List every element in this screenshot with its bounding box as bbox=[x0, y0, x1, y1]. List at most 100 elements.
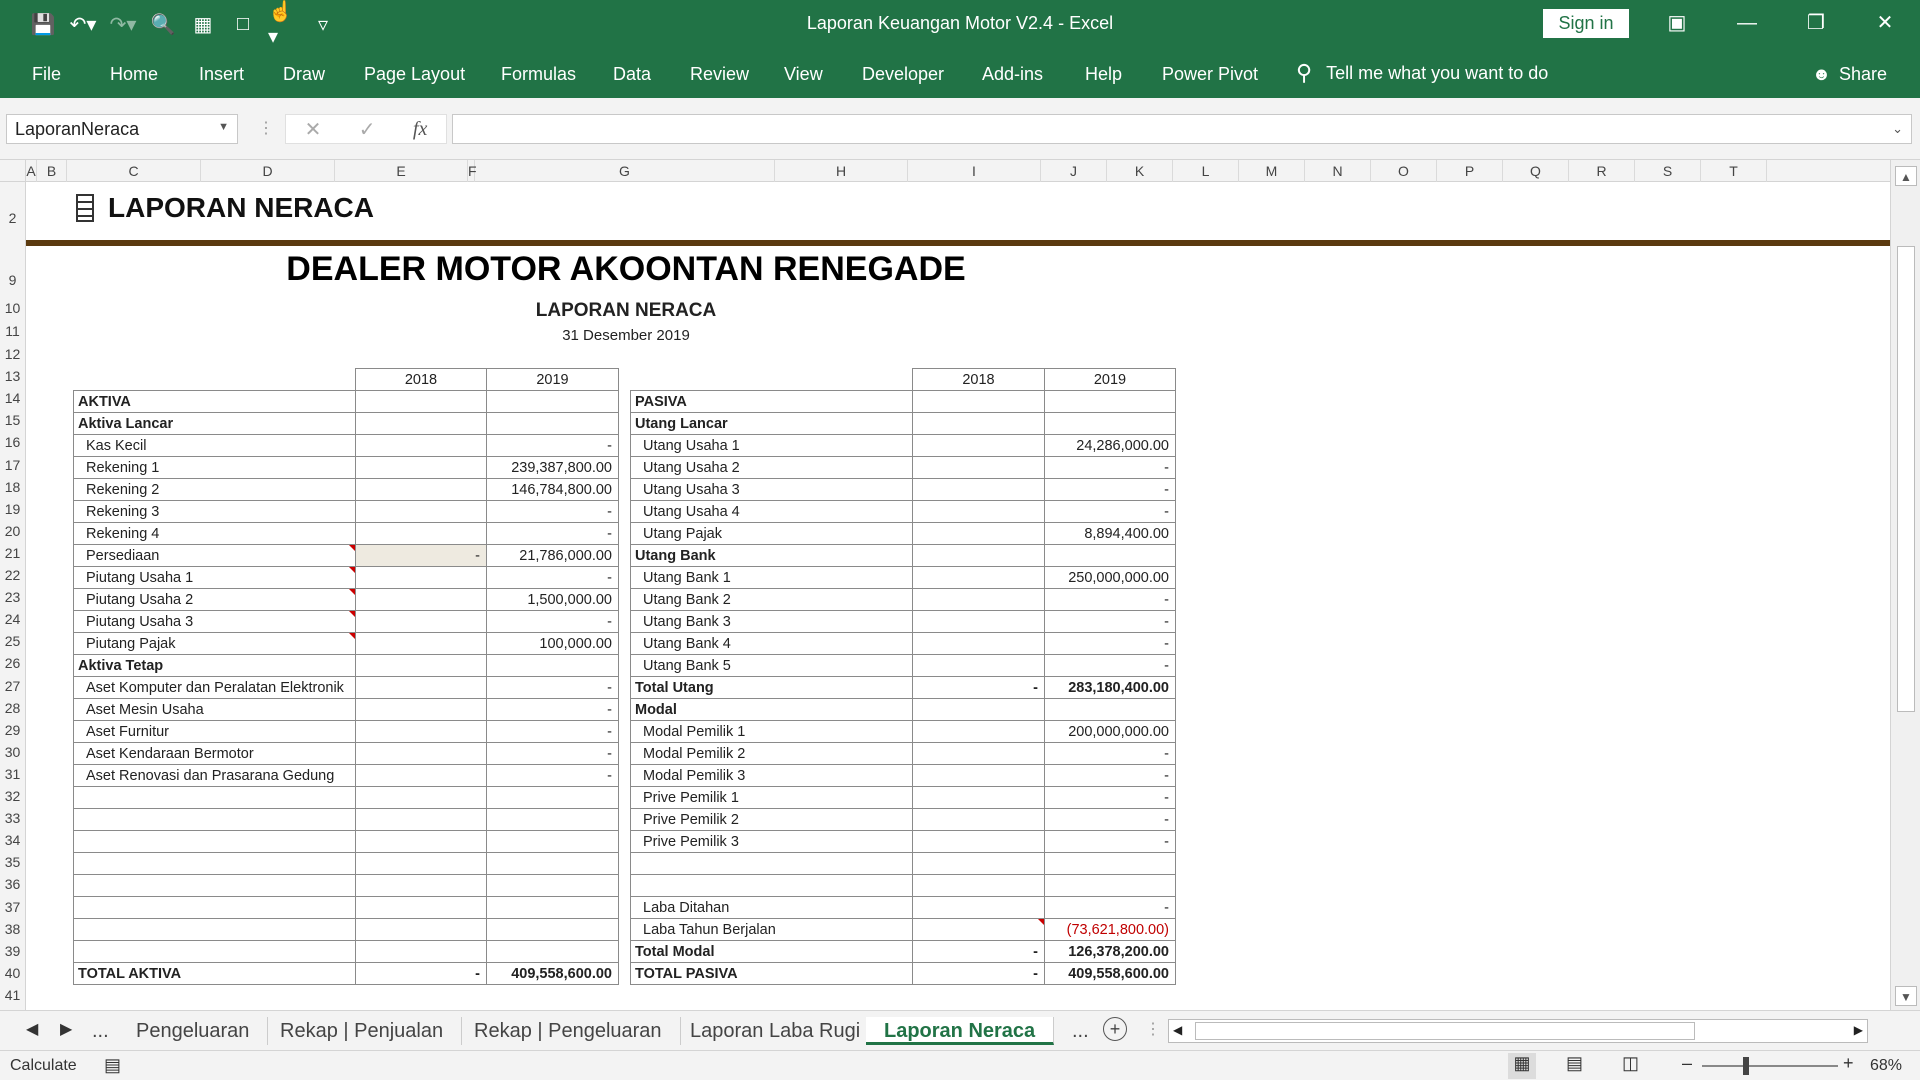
row-header-27[interactable]: 27 bbox=[0, 678, 25, 694]
pasiva-label[interactable]: Utang Bank bbox=[630, 544, 913, 567]
year-2019-header[interactable]: 2019 bbox=[1044, 368, 1176, 391]
pasiva-label[interactable] bbox=[630, 874, 913, 897]
aktiva-value-2018[interactable] bbox=[355, 390, 487, 413]
aktiva-value-2018[interactable] bbox=[355, 588, 487, 611]
scroll-up-icon[interactable]: ▲ bbox=[1895, 166, 1917, 186]
column-header-m[interactable]: M bbox=[1239, 160, 1305, 182]
pasiva-value-2018[interactable] bbox=[912, 830, 1045, 853]
zoom-slider-thumb[interactable] bbox=[1742, 1057, 1749, 1075]
aktiva-value-2019[interactable] bbox=[486, 412, 619, 435]
year-2018-header[interactable]: 2018 bbox=[912, 368, 1045, 391]
restore-icon[interactable]: ❐ bbox=[1796, 8, 1836, 38]
pasiva-value-2018[interactable] bbox=[912, 896, 1045, 919]
aktiva-label[interactable]: Aktiva Tetap bbox=[73, 654, 356, 677]
pasiva-value-2018[interactable] bbox=[912, 808, 1045, 831]
prev-sheet-icon[interactable]: ◀ bbox=[26, 1019, 38, 1039]
aktiva-value-2019[interactable] bbox=[486, 390, 619, 413]
sign-in-button[interactable]: Sign in bbox=[1543, 9, 1629, 38]
row-header-12[interactable]: 12 bbox=[0, 346, 25, 362]
pasiva-value-2018[interactable] bbox=[912, 632, 1045, 655]
ribbon-display-options-icon[interactable]: ▣ bbox=[1657, 8, 1697, 38]
row-header-16[interactable]: 16 bbox=[0, 434, 25, 450]
pasiva-label[interactable]: Utang Usaha 4 bbox=[630, 500, 913, 523]
tab-laporan-laba-rugi[interactable]: Laporan Laba Rugi bbox=[672, 1017, 880, 1045]
zoom-level[interactable]: 68% bbox=[1870, 1057, 1902, 1075]
pasiva-value-2018[interactable] bbox=[912, 742, 1045, 765]
pasiva-label[interactable]: Prive Pemilik 3 bbox=[630, 830, 913, 853]
pasiva-label[interactable]: Modal Pemilik 3 bbox=[630, 764, 913, 787]
pasiva-value-2019[interactable]: 8,894,400.00 bbox=[1044, 522, 1176, 545]
horizontal-scroll-thumb[interactable] bbox=[1195, 1022, 1695, 1040]
aktiva-value-2019[interactable] bbox=[486, 852, 619, 875]
enter-icon[interactable]: ✓ bbox=[359, 117, 376, 142]
insert-function-icon[interactable]: fx bbox=[413, 118, 427, 141]
pasiva-label[interactable]: Prive Pemilik 2 bbox=[630, 808, 913, 831]
zoom-slider[interactable] bbox=[1702, 1057, 1838, 1075]
column-header-r[interactable]: R bbox=[1569, 160, 1635, 182]
tab-view[interactable]: View bbox=[784, 64, 823, 85]
pasiva-label[interactable] bbox=[630, 852, 913, 875]
pasiva-value-2019[interactable] bbox=[1044, 412, 1176, 435]
aktiva-value-2019[interactable]: - bbox=[486, 566, 619, 589]
aktiva-label[interactable]: Piutang Pajak bbox=[73, 632, 356, 655]
macro-record-icon[interactable]: ▤ bbox=[104, 1055, 121, 1076]
row-header-25[interactable]: 25 bbox=[0, 633, 25, 649]
pasiva-label[interactable]: Utang Pajak bbox=[630, 522, 913, 545]
aktiva-value-2018[interactable] bbox=[355, 478, 487, 501]
row-header-9[interactable]: 9 bbox=[0, 272, 25, 288]
aktiva-value-2019[interactable] bbox=[486, 786, 619, 809]
aktiva-value-2018[interactable] bbox=[355, 852, 487, 875]
aktiva-label[interactable]: Aset Mesin Usaha bbox=[73, 698, 356, 721]
tab-data[interactable]: Data bbox=[613, 64, 651, 85]
pasiva-label[interactable]: Modal Pemilik 1 bbox=[630, 720, 913, 743]
aktiva-value-2018[interactable] bbox=[355, 764, 487, 787]
aktiva-value-2019[interactable]: - bbox=[486, 764, 619, 787]
pasiva-value-2019[interactable]: - bbox=[1044, 478, 1176, 501]
tab-help[interactable]: Help bbox=[1085, 64, 1122, 85]
row-header-35[interactable]: 35 bbox=[0, 854, 25, 870]
column-header-f[interactable]: F bbox=[468, 160, 477, 182]
row-header-31[interactable]: 31 bbox=[0, 766, 25, 782]
scroll-left-icon[interactable]: ◀ bbox=[1173, 1023, 1182, 1037]
tab-file[interactable]: File bbox=[32, 64, 61, 85]
aktiva-label[interactable]: Rekening 2 bbox=[73, 478, 356, 501]
aktiva-value-2018[interactable] bbox=[355, 632, 487, 655]
minimize-icon[interactable]: — bbox=[1727, 8, 1767, 38]
row-header-30[interactable]: 30 bbox=[0, 744, 25, 760]
pasiva-value-2019[interactable]: 200,000,000.00 bbox=[1044, 720, 1176, 743]
pasiva-value-2018[interactable] bbox=[912, 390, 1045, 413]
tab-home[interactable]: Home bbox=[110, 64, 158, 85]
pasiva-value-2019[interactable]: - bbox=[1044, 500, 1176, 523]
pasiva-value-2019[interactable]: - bbox=[1044, 764, 1176, 787]
aktiva-value-2018[interactable] bbox=[355, 456, 487, 479]
aktiva-label[interactable] bbox=[73, 852, 356, 875]
aktiva-value-2018[interactable] bbox=[355, 698, 487, 721]
pasiva-label[interactable]: Utang Lancar bbox=[630, 412, 913, 435]
row-header-41[interactable]: 41 bbox=[0, 987, 25, 1003]
column-header-c[interactable]: C bbox=[67, 160, 201, 182]
row-header-22[interactable]: 22 bbox=[0, 567, 25, 583]
tab-insert[interactable]: Insert bbox=[199, 64, 244, 85]
pasiva-label[interactable]: PASIVA bbox=[630, 390, 913, 413]
pasiva-value-2018[interactable] bbox=[912, 698, 1045, 721]
pasiva-value-2018[interactable]: - bbox=[912, 940, 1045, 963]
status-mode[interactable]: Calculate bbox=[10, 1057, 77, 1075]
aktiva-value-2018[interactable] bbox=[355, 918, 487, 941]
zoom-out-icon[interactable]: – bbox=[1682, 1053, 1692, 1074]
pasiva-value-2019[interactable] bbox=[1044, 874, 1176, 897]
aktiva-value-2019[interactable]: - bbox=[486, 742, 619, 765]
aktiva-value-2018[interactable] bbox=[355, 566, 487, 589]
row-header-18[interactable]: 18 bbox=[0, 479, 25, 495]
aktiva-value-2018[interactable] bbox=[355, 940, 487, 963]
aktiva-label[interactable] bbox=[73, 918, 356, 941]
scroll-right-icon[interactable]: ▶ bbox=[1854, 1023, 1863, 1037]
aktiva-value-2019[interactable] bbox=[486, 918, 619, 941]
row-header-14[interactable]: 14 bbox=[0, 390, 25, 406]
pasiva-value-2018[interactable] bbox=[912, 786, 1045, 809]
column-header-j[interactable]: J bbox=[1041, 160, 1107, 182]
tab-formulas[interactable]: Formulas bbox=[501, 64, 576, 85]
pasiva-value-2019[interactable]: - bbox=[1044, 830, 1176, 853]
close-icon[interactable]: ✕ bbox=[1865, 8, 1905, 38]
share-button[interactable]: ☻ Share bbox=[1812, 64, 1887, 85]
page-layout-view-icon[interactable]: ▤ bbox=[1566, 1053, 1583, 1074]
